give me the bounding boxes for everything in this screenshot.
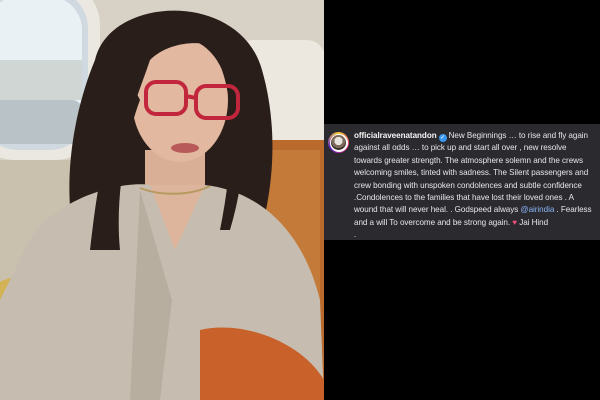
avatar xyxy=(329,133,348,152)
post-caption: officialraveenatandon ✓ New Beginnings … t… xyxy=(354,130,594,242)
instagram-caption-panel: officialraveenatandon ✓ New Beginnings … t… xyxy=(324,124,600,240)
caption-text-part1: New Beginnings … to rise and fly again a… xyxy=(354,131,589,215)
mention-link-airindia[interactable]: @airindia xyxy=(520,205,554,214)
selfie-illustration xyxy=(0,0,324,400)
username-link[interactable]: officialraveenatandon xyxy=(354,131,437,140)
verified-badge-icon: ✓ xyxy=(438,134,447,142)
profile-avatar-icon[interactable] xyxy=(328,132,349,153)
screenshot-frame: officialraveenatandon ✓ New Beginnings … t… xyxy=(0,0,600,400)
caption-text-part3: Jai Hind xyxy=(517,217,549,227)
avatar-photo xyxy=(331,135,346,150)
caption-trailing: . xyxy=(354,230,357,240)
selfie-photo xyxy=(0,0,324,400)
